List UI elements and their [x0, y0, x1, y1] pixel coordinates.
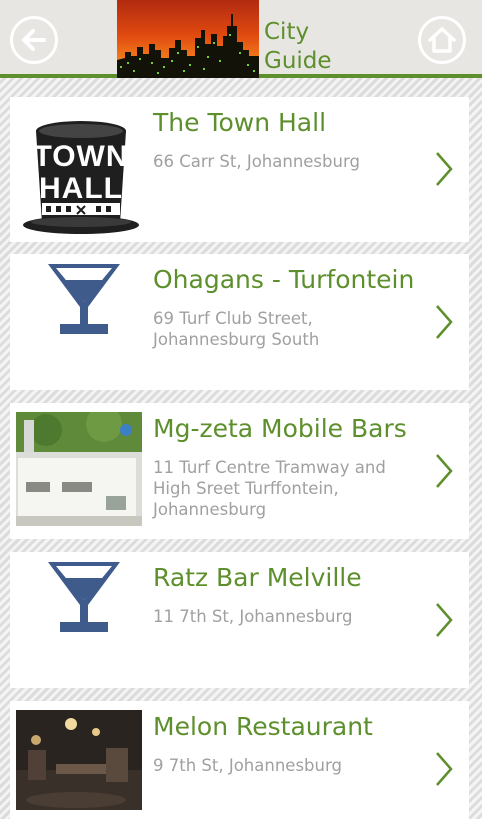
- chevron-right-icon[interactable]: [434, 304, 454, 340]
- listing-title: Melon Restaurant: [153, 712, 373, 741]
- mobile-bar-photo: [16, 406, 142, 526]
- listing-address: 11 Turf Centre Tramway and High Sreet Tu…: [153, 458, 386, 519]
- listing-title: Ratz Bar Melville: [153, 563, 362, 592]
- listing-address: 66 Carr St, Johannesburg: [153, 152, 360, 171]
- arrow-left-icon: [22, 29, 46, 51]
- cocktail-glass-icon: [16, 560, 142, 674]
- listing-title: The Town Hall: [153, 108, 327, 137]
- home-icon: [428, 27, 456, 53]
- city-skyline-image: [117, 0, 259, 78]
- listing-title: Mg-zeta Mobile Bars: [153, 414, 407, 443]
- listing-card[interactable]: Melon Restaurant 9 7th St, Johannesburg: [10, 701, 469, 819]
- svg-text:HALL: HALL: [39, 172, 123, 205]
- town-hall-logo: TOWN HALL: [16, 111, 142, 234]
- listing-title: Ohagans - Turfontein: [153, 265, 415, 294]
- back-button[interactable]: [10, 16, 58, 64]
- app-title-line-1: City: [264, 19, 310, 45]
- listing-card[interactable]: Ohagans - Turfontein 69 Turf Club Street…: [10, 254, 469, 390]
- app-title-line-2: Guide: [264, 48, 332, 74]
- chevron-right-icon[interactable]: [434, 751, 454, 787]
- listing-address: 9 7th St, Johannesburg: [153, 756, 342, 775]
- restaurant-interior-photo: [16, 710, 142, 810]
- home-button[interactable]: [418, 16, 466, 64]
- svg-text:TOWN: TOWN: [33, 140, 128, 173]
- listing-address: 69 Turf Club Street, Johannesburg South: [153, 309, 320, 349]
- chevron-right-icon[interactable]: [434, 453, 454, 489]
- listing-card[interactable]: TOWN HALL The Town Hall 66 Carr St, Joha…: [10, 97, 469, 242]
- app-header: City Guide: [0, 0, 482, 78]
- cocktail-glass-icon: [16, 262, 142, 376]
- listing-card[interactable]: Mg-zeta Mobile Bars 11 Turf Centre Tramw…: [10, 403, 469, 539]
- listing-address: 11 7th St, Johannesburg: [153, 607, 353, 626]
- app-title: City Guide: [264, 18, 354, 76]
- chevron-right-icon[interactable]: [434, 602, 454, 638]
- chevron-right-icon[interactable]: [434, 151, 454, 187]
- listing-card[interactable]: Ratz Bar Melville 11 7th St, Johannesbur…: [10, 552, 469, 688]
